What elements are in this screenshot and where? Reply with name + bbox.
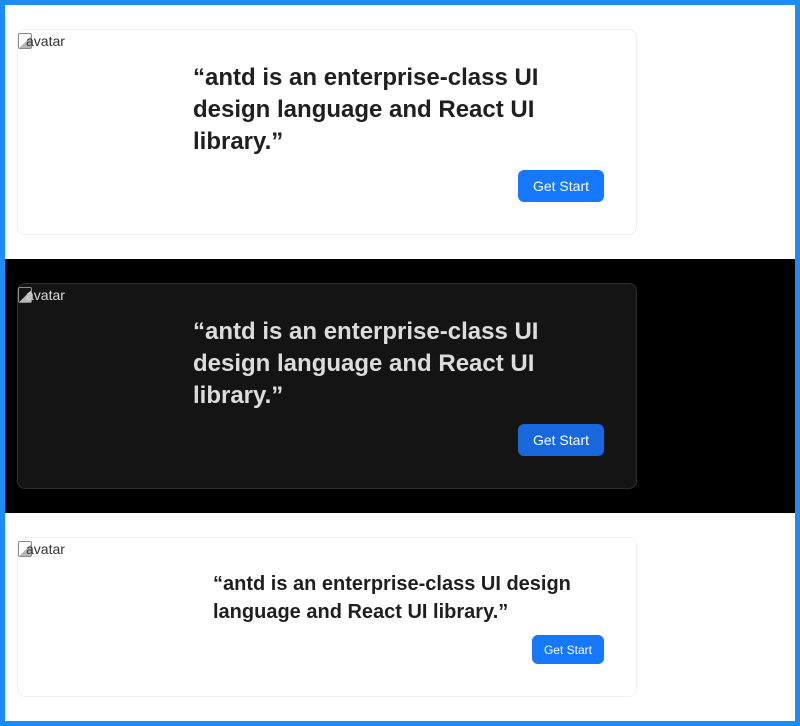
small-section: avatar “antd is an enterprise-class UI d… [5, 513, 795, 721]
quote-text: “antd is an enterprise-class UI design l… [193, 318, 539, 409]
dark-section: avatar “antd is an enterprise-class UI d… [5, 259, 795, 513]
avatar: avatar [18, 30, 178, 70]
quote-text: “antd is an enterprise-class UI design l… [193, 64, 539, 155]
avatar: avatar [18, 284, 178, 324]
avatar: avatar [18, 538, 178, 578]
avatar-alt-text: avatar [26, 33, 65, 49]
get-start-button[interactable]: Get Start [517, 424, 604, 456]
avatar-alt-text: avatar [26, 287, 65, 303]
quote-card: avatar “antd is an enterprise-class UI d… [17, 283, 637, 489]
avatar-alt-text: avatar [26, 541, 65, 557]
quote-text: “antd is an enterprise-class UI design l… [213, 573, 571, 623]
quote-card: avatar “antd is an enterprise-class UI d… [17, 537, 637, 697]
get-start-button[interactable]: Get Start [531, 635, 604, 664]
quote-card: avatar “antd is an enterprise-class UI d… [17, 29, 637, 235]
get-start-button[interactable]: Get Start [517, 170, 604, 202]
light-section: avatar “antd is an enterprise-class UI d… [5, 5, 795, 259]
